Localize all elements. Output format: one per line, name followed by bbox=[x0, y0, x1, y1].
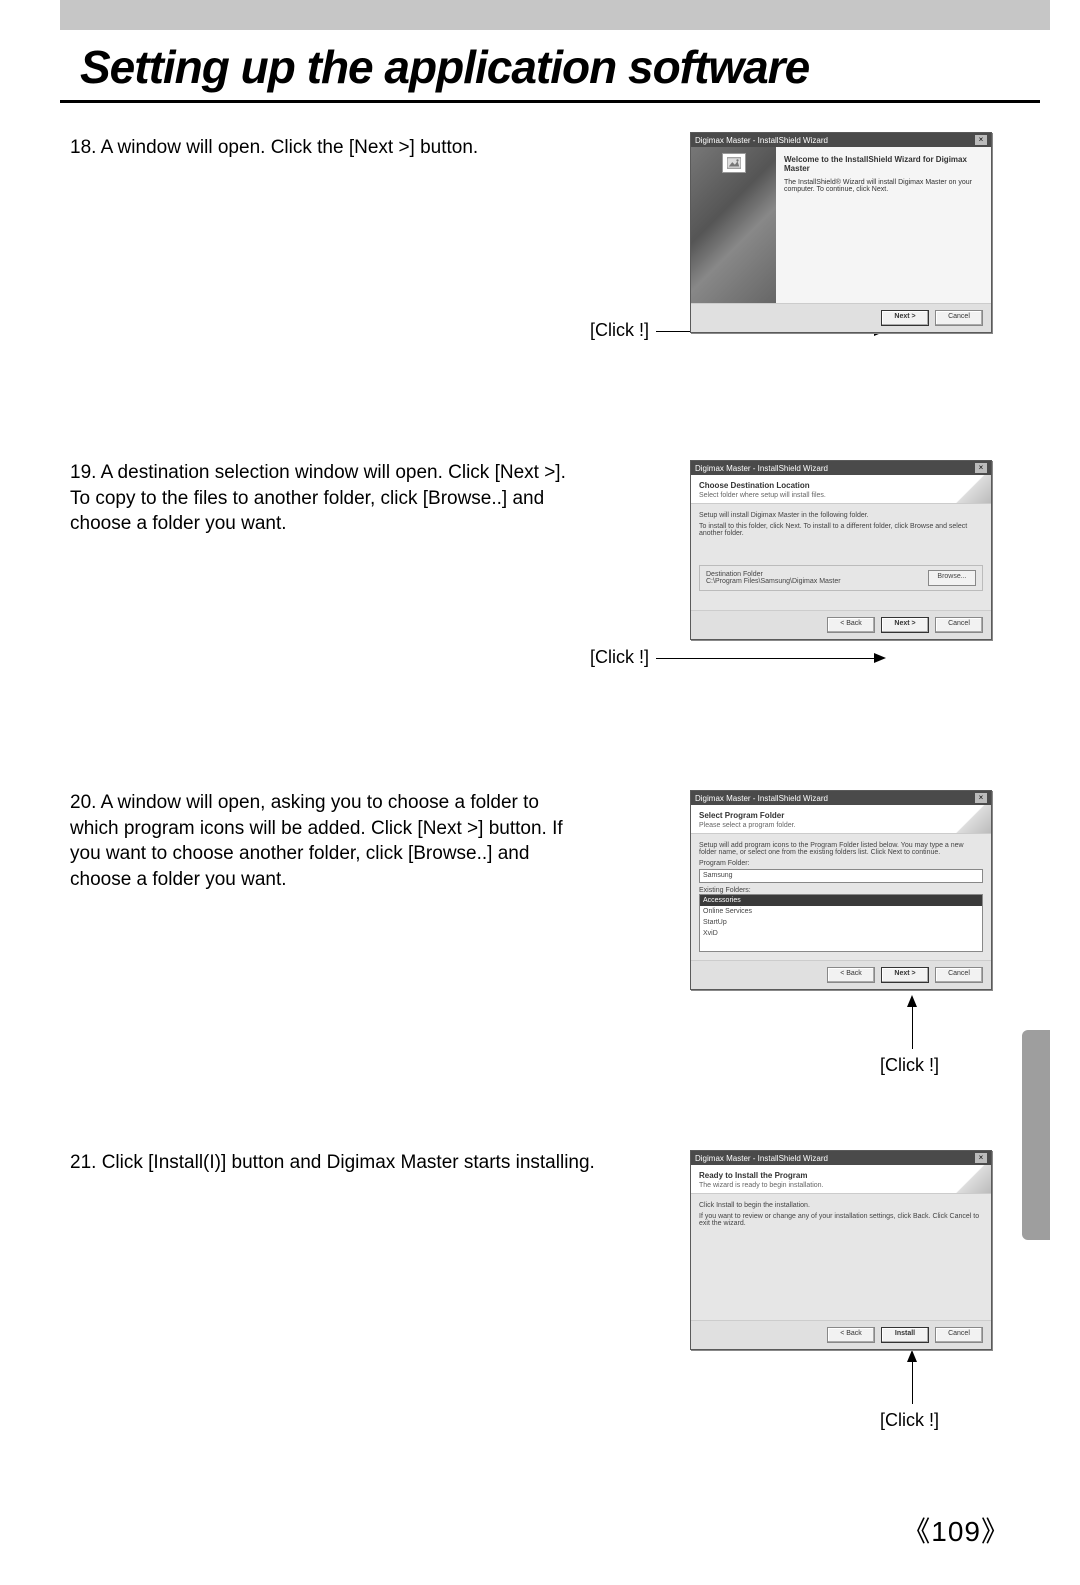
wizard-text: To install to this folder, click Next. T… bbox=[699, 523, 983, 537]
wizard-titlebar: Digimax Master - InstallShield Wizard × bbox=[691, 133, 991, 147]
wizard-titlebar: Digimax Master - InstallShield Wizard × bbox=[691, 1151, 991, 1165]
next-button[interactable]: Next > bbox=[881, 310, 929, 326]
close-icon[interactable]: × bbox=[975, 135, 987, 145]
program-folder-input[interactable]: Samsung bbox=[699, 869, 983, 883]
wizard-body: Click Install to begin the installation.… bbox=[691, 1194, 991, 1320]
wizard-heading: Select Program Folder bbox=[699, 811, 983, 820]
close-icon[interactable]: × bbox=[975, 1153, 987, 1163]
step-number: 18. bbox=[70, 137, 96, 158]
wizard-titlebar: Digimax Master - InstallShield Wizard × bbox=[691, 461, 991, 475]
click-line-19 bbox=[656, 658, 874, 659]
wizard-title: Digimax Master - InstallShield Wizard bbox=[695, 136, 828, 145]
click-label-20: [Click !] bbox=[880, 1055, 939, 1076]
cancel-button[interactable]: Cancel bbox=[935, 1327, 983, 1343]
step-text: A destination selection window will open… bbox=[70, 462, 566, 534]
page-fold-graphic bbox=[951, 1165, 991, 1193]
step-text: Click [Install(I)] button and Digimax Ma… bbox=[102, 1152, 595, 1173]
step-20: 20. A window will open, asking you to ch… bbox=[70, 790, 580, 893]
list-item[interactable]: Online Services bbox=[700, 906, 982, 917]
wizard-titlebar: Digimax Master - InstallShield Wizard × bbox=[691, 791, 991, 805]
wizard-button-row: < Back Next > Cancel bbox=[691, 610, 991, 639]
click-label-21: [Click !] bbox=[880, 1410, 939, 1431]
step-number: 21. bbox=[70, 1152, 96, 1173]
cancel-button[interactable]: Cancel bbox=[935, 967, 983, 983]
wizard-heading: Ready to Install the Program bbox=[699, 1171, 983, 1180]
wizard-text: The InstallShield® Wizard will install D… bbox=[784, 179, 983, 193]
step-number: 20. bbox=[70, 792, 96, 813]
wizard-21: Digimax Master - InstallShield Wizard × … bbox=[690, 1150, 992, 1350]
wizard-text: If you want to review or change any of y… bbox=[699, 1213, 983, 1227]
click-arrow-19 bbox=[874, 653, 886, 663]
next-button[interactable]: Next > bbox=[881, 617, 929, 633]
wizard-header: Ready to Install the Program The wizard … bbox=[691, 1165, 991, 1194]
wizard-heading: Welcome to the InstallShield Wizard for … bbox=[784, 155, 983, 173]
wizard-heading: Choose Destination Location bbox=[699, 481, 983, 490]
wizard-subheading: The wizard is ready to begin installatio… bbox=[699, 1182, 824, 1189]
destination-folder-box: Destination Folder C:\Program Files\Sams… bbox=[699, 565, 983, 591]
wizard-18: Digimax Master - InstallShield Wizard × … bbox=[690, 132, 992, 333]
wizard-title: Digimax Master - InstallShield Wizard bbox=[695, 464, 828, 473]
wizard-button-row: < Back Next > Cancel bbox=[691, 960, 991, 989]
page-fold-graphic bbox=[951, 805, 991, 833]
step-number: 19. bbox=[70, 462, 96, 483]
page-number: 《109》 bbox=[902, 1510, 1010, 1550]
list-item[interactable]: Accessories bbox=[700, 895, 982, 906]
wizard-19: Digimax Master - InstallShield Wizard × … bbox=[690, 460, 992, 640]
click-label-19: [Click !] bbox=[590, 647, 649, 668]
wizard-body: Setup will add program icons to the Prog… bbox=[691, 834, 991, 960]
wizard-header: Select Program Folder Please select a pr… bbox=[691, 805, 991, 834]
step-text: A window will open. Click the [Next >] b… bbox=[101, 137, 479, 158]
header-band bbox=[60, 0, 1050, 30]
wizard-text: Click Install to begin the installation. bbox=[699, 1202, 983, 1209]
dest-label: Destination Folder bbox=[706, 571, 841, 578]
page-fold-graphic bbox=[951, 475, 991, 503]
wizard-body: Welcome to the InstallShield Wizard for … bbox=[776, 147, 991, 303]
wizard-text: Setup will add program icons to the Prog… bbox=[699, 842, 983, 856]
cancel-button[interactable]: Cancel bbox=[935, 617, 983, 633]
list-item[interactable]: XviD bbox=[700, 928, 982, 939]
existing-folders-list[interactable]: Accessories Online Services StartUp XviD bbox=[699, 894, 983, 952]
click-line-21 bbox=[912, 1360, 913, 1404]
wizard-20: Digimax Master - InstallShield Wizard × … bbox=[690, 790, 992, 990]
wizard-title: Digimax Master - InstallShield Wizard bbox=[695, 1154, 828, 1163]
click-arrow-20 bbox=[907, 995, 917, 1007]
back-button[interactable]: < Back bbox=[827, 967, 875, 983]
wizard-header: Choose Destination Location Select folde… bbox=[691, 475, 991, 504]
manual-page: Setting up the application software 18. … bbox=[0, 0, 1080, 1585]
list-item[interactable]: StartUp bbox=[700, 917, 982, 928]
existing-folders-label: Existing Folders: bbox=[699, 887, 983, 894]
back-button[interactable]: < Back bbox=[827, 1327, 875, 1343]
step-text: A window will open, asking you to choose… bbox=[70, 792, 563, 890]
image-icon bbox=[722, 153, 746, 173]
step-21: 21. Click [Install(I)] button and Digima… bbox=[70, 1150, 630, 1176]
title-rule bbox=[60, 100, 1040, 103]
wizard-button-row: < Back Install Cancel bbox=[691, 1320, 991, 1349]
browse-button[interactable]: Browse... bbox=[928, 570, 976, 586]
click-arrow-21 bbox=[907, 1350, 917, 1362]
wizard-side-graphic bbox=[691, 147, 776, 303]
step-18: 18. A window will open. Click the [Next … bbox=[70, 135, 580, 161]
wizard-subheading: Please select a program folder. bbox=[699, 822, 796, 829]
close-icon[interactable]: × bbox=[975, 463, 987, 473]
click-line-20 bbox=[912, 1005, 913, 1049]
step-19: 19. A destination selection window will … bbox=[70, 460, 580, 537]
wizard-button-row: Next > Cancel bbox=[691, 303, 991, 332]
page-title: Setting up the application software bbox=[80, 40, 809, 94]
wizard-title: Digimax Master - InstallShield Wizard bbox=[695, 794, 828, 803]
cancel-button[interactable]: Cancel bbox=[935, 310, 983, 326]
dest-path: C:\Program Files\Samsung\Digimax Master bbox=[706, 578, 841, 585]
side-tab bbox=[1022, 1030, 1050, 1240]
wizard-subheading: Select folder where setup will install f… bbox=[699, 492, 826, 499]
next-button[interactable]: Next > bbox=[881, 967, 929, 983]
install-button[interactable]: Install bbox=[881, 1327, 929, 1343]
click-label-18: [Click !] bbox=[590, 320, 649, 341]
back-button[interactable]: < Back bbox=[827, 617, 875, 633]
wizard-text: Setup will install Digimax Master in the… bbox=[699, 512, 983, 519]
close-icon[interactable]: × bbox=[975, 793, 987, 803]
wizard-body: Setup will install Digimax Master in the… bbox=[691, 504, 991, 610]
program-folder-label: Program Folder: bbox=[699, 860, 983, 867]
